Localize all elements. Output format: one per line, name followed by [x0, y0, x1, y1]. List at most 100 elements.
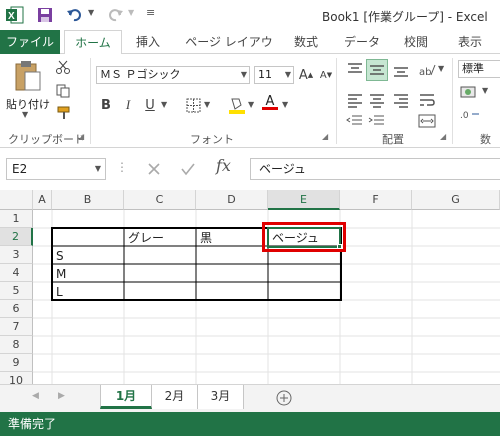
worksheet-grid[interactable]: A B C D E F G 1 2 3 4 5 6 7 8 9 10 グレー 黒…: [0, 190, 500, 390]
tab-file[interactable]: ファイル: [0, 30, 60, 54]
merge-center-icon[interactable]: [418, 114, 436, 128]
borders-icon[interactable]: [186, 98, 201, 113]
wrap-text-icon[interactable]: [418, 92, 436, 108]
save-icon[interactable]: [37, 7, 53, 23]
formula-input[interactable]: ベージュ: [250, 158, 500, 180]
font-name-combo[interactable]: ＭＳ Ｐゴシック ▼: [96, 66, 250, 84]
add-sheet-icon[interactable]: [276, 390, 292, 406]
row-header[interactable]: 8: [0, 336, 33, 354]
sheet-tab-3[interactable]: 3月: [198, 385, 244, 409]
font-size-combo[interactable]: 11 ▼: [254, 66, 294, 84]
confirm-entry-icon[interactable]: [180, 161, 196, 177]
sheet-tab-2[interactable]: 2月: [152, 385, 198, 409]
paste-dropdown-icon[interactable]: ▼: [22, 110, 28, 119]
sheet-tab-1[interactable]: 1月: [100, 385, 152, 409]
currency-format-icon[interactable]: [460, 84, 480, 100]
column-header-b[interactable]: B: [52, 190, 124, 210]
redo-icon[interactable]: [108, 7, 124, 23]
decrease-indent-icon[interactable]: [346, 114, 364, 128]
font-size-value: 11: [258, 68, 272, 81]
underline-dropdown-icon[interactable]: ▼: [161, 100, 167, 109]
select-all-corner[interactable]: [0, 190, 33, 210]
row-header[interactable]: 9: [0, 354, 33, 372]
chevron-down-icon: ▼: [94, 164, 101, 173]
paste-icon[interactable]: [14, 60, 42, 92]
tab-page-layout[interactable]: ページ レイアウト: [180, 30, 278, 73]
cell-c2[interactable]: グレー: [125, 229, 195, 247]
undo-icon[interactable]: [66, 7, 82, 23]
insert-function-icon[interactable]: fx: [216, 156, 231, 175]
row-header[interactable]: 4: [0, 264, 33, 282]
fill-color-dropdown-icon[interactable]: ▼: [248, 100, 254, 109]
font-color-dropdown-icon[interactable]: ▼: [282, 100, 288, 109]
alignment-launcher-icon[interactable]: ◢: [440, 132, 446, 141]
row-header[interactable]: 1: [0, 210, 33, 228]
name-box[interactable]: E2 ▼: [6, 158, 106, 180]
tab-view[interactable]: 表示: [448, 30, 492, 54]
scroll-left-icon[interactable]: ◀: [32, 391, 39, 401]
divider: [90, 58, 91, 144]
align-center-icon[interactable]: [368, 92, 386, 108]
italic-button[interactable]: I: [120, 96, 136, 114]
cell-b3[interactable]: S: [53, 247, 123, 265]
row-header[interactable]: 2: [0, 228, 33, 246]
customize-toolbar-icon[interactable]: ≡: [146, 6, 155, 19]
svg-text:ab: ab: [419, 67, 431, 78]
grow-font-button[interactable]: A ▲: [298, 66, 314, 84]
title-bar: X ▼ ▼ ≡ Book1 [作業グループ] - Excel: [0, 0, 500, 30]
align-left-icon[interactable]: [346, 92, 364, 108]
column-header-a[interactable]: A: [33, 190, 52, 210]
orientation-icon[interactable]: ab: [418, 62, 436, 78]
highlight-frame: [262, 222, 346, 252]
align-right-icon[interactable]: [392, 92, 410, 108]
grow-font-label: A: [298, 67, 308, 83]
window-title: Book1 [作業グループ] - Excel: [322, 10, 488, 24]
clipboard-group-label: クリップボード: [8, 133, 85, 146]
undo-dropdown-icon[interactable]: ▼: [88, 8, 94, 17]
align-top-icon[interactable]: [346, 62, 364, 78]
bold-button[interactable]: B: [98, 96, 114, 114]
tab-home[interactable]: ホーム: [64, 30, 122, 55]
row-header[interactable]: 7: [0, 318, 33, 336]
align-bottom-icon[interactable]: [392, 62, 410, 78]
row-header[interactable]: 3: [0, 246, 33, 264]
tab-formulas[interactable]: 数式: [286, 30, 326, 54]
tab-data[interactable]: データ: [340, 30, 384, 54]
alignment-group-label: 配置: [382, 133, 404, 146]
column-header-e[interactable]: E: [268, 190, 340, 210]
row-header[interactable]: 6: [0, 300, 33, 318]
cell-b5[interactable]: L: [53, 283, 123, 301]
sheet-tab-bar: ◀ ▶ 1月 2月 3月: [0, 384, 500, 412]
align-middle-button[interactable]: [366, 59, 388, 81]
font-color-icon[interactable]: A: [262, 94, 278, 114]
column-header-f[interactable]: F: [340, 190, 412, 210]
cancel-entry-icon[interactable]: [146, 161, 162, 177]
borders-dropdown-icon[interactable]: ▼: [204, 100, 210, 109]
cut-icon[interactable]: [56, 60, 70, 74]
orientation-dropdown-icon[interactable]: ▼: [438, 64, 444, 73]
divider: [452, 58, 453, 144]
clipboard-launcher-icon[interactable]: ◢: [78, 132, 84, 141]
tab-review[interactable]: 校閲: [396, 30, 436, 54]
svg-text:.0: .0: [460, 111, 469, 121]
redo-dropdown-icon[interactable]: ▼: [128, 8, 134, 17]
format-painter-icon[interactable]: [56, 106, 72, 120]
cell-b4[interactable]: M: [53, 265, 123, 283]
column-header-c[interactable]: C: [124, 190, 196, 210]
decimal-format-icon[interactable]: .0: [460, 106, 480, 122]
underline-button[interactable]: U: [142, 96, 158, 114]
column-header-d[interactable]: D: [196, 190, 268, 210]
scroll-right-icon[interactable]: ▶: [58, 391, 65, 401]
column-header-g[interactable]: G: [412, 190, 500, 210]
fill-color-icon[interactable]: [228, 96, 246, 114]
number-format-combo[interactable]: 標準: [458, 60, 500, 78]
ribbon: 貼り付け ▼ クリップボード ◢ ＭＳ Ｐゴシック ▼ 11 ▼ A ▲ A ▼ B…: [0, 54, 500, 162]
row-header[interactable]: 5: [0, 282, 33, 300]
tab-insert[interactable]: 挿入: [128, 30, 168, 54]
copy-icon[interactable]: [56, 84, 70, 98]
font-launcher-icon[interactable]: ◢: [322, 132, 328, 141]
cell-d2[interactable]: 黒: [197, 229, 267, 247]
shrink-font-button[interactable]: A ▼: [318, 66, 334, 84]
currency-dropdown-icon[interactable]: ▼: [482, 86, 488, 95]
increase-indent-icon[interactable]: [368, 114, 386, 128]
